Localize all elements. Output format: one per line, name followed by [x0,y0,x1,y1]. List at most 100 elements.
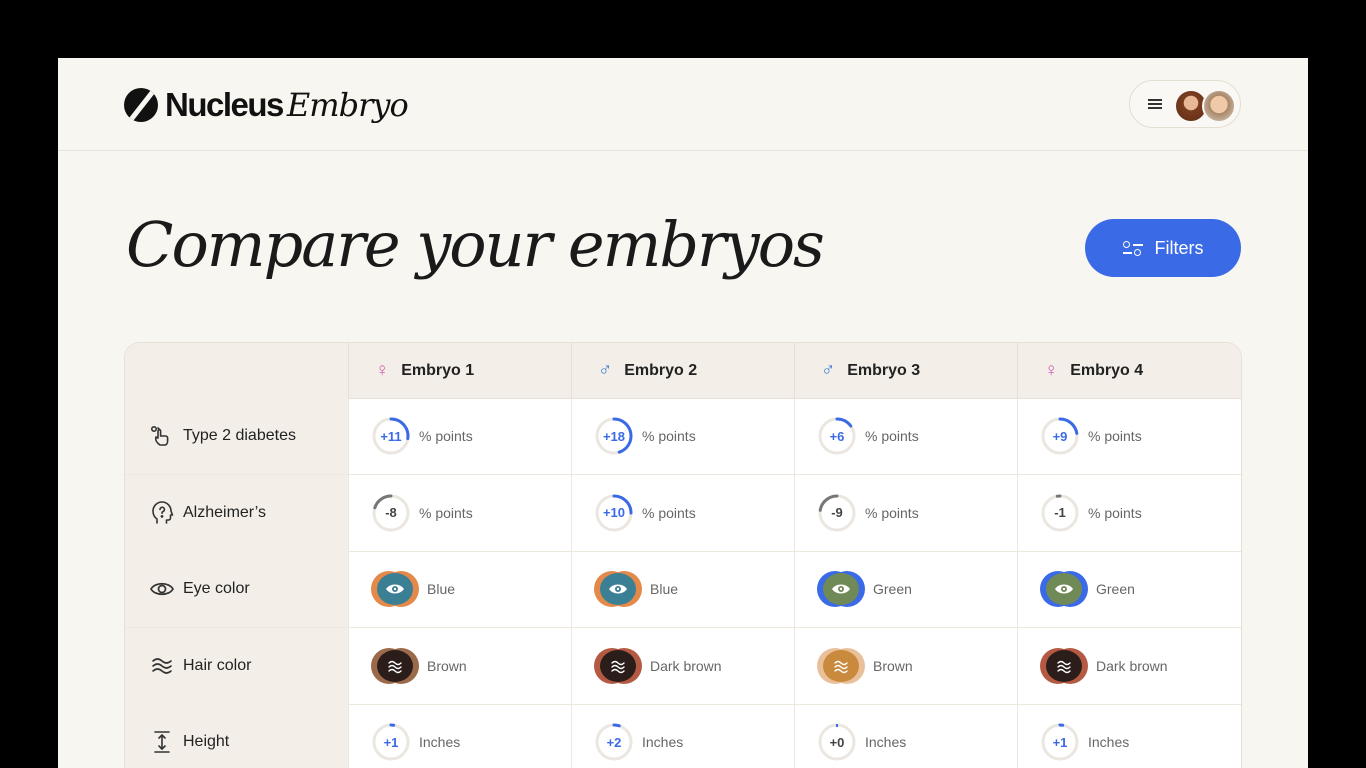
score-unit: % points [419,428,473,444]
row-header[interactable]: Alzheimer’s [125,474,348,551]
score-unit: % points [1088,504,1142,521]
top-bar: Nucleus Embryo [58,58,1308,151]
head-question-icon [149,500,175,526]
table-cell: Green [1017,551,1240,627]
row-label: Hair color [183,656,252,674]
eye-color-swatch [594,571,642,607]
score-unit: % points [865,504,919,521]
row-label: Type 2 diabetes [183,427,296,444]
app-frame: Nucleus Embryo Compare your embryos Filt… [58,58,1308,768]
score-gauge: +0 [817,722,857,762]
score-value: -9 [831,505,843,520]
eye-icon [1046,573,1082,605]
row-header[interactable]: Hair color [125,627,348,704]
score-gauge: +1 [371,722,411,762]
column-label: Embryo 1 [401,361,475,379]
score-gauge: +18 [594,416,634,456]
column-header-embryo-4[interactable]: ♀ Embryo 4 [1017,343,1241,398]
color-name: Green [873,581,912,597]
eye-color-swatch [371,571,419,607]
eye-icon [149,576,175,602]
hamburger-icon [1148,99,1162,109]
table-cell: +11 % points [348,398,571,474]
table-cell: +1 Inches [348,704,571,768]
female-symbol-icon: ♀ [375,359,390,381]
row-header[interactable]: Eye color [125,551,348,627]
male-symbol-icon: ♂ [598,359,613,381]
score-value: +1 [1052,734,1068,750]
filters-label: Filters [1154,237,1204,258]
column-header-embryo-2[interactable]: ♂ Embryo 2 [571,343,794,398]
table-row: Alzheimer’s -8 % points +10 % points -9 % poin… [125,474,1241,552]
score-value: -8 [385,505,397,520]
score-value: -1 [1054,505,1066,520]
embryo-comparison-table: ♀ Embryo 1 ♂ Embryo 2 ♂ Embryo 3 ♀ Embry… [124,342,1242,768]
brand-name: Nucleus [165,86,284,123]
table-cell: +9 % points [1017,398,1240,474]
table-cell: -1 % points [1017,474,1240,551]
score-gauge: +2 [594,722,634,762]
waves-icon [600,649,636,682]
nucleus-logo-icon [124,88,158,122]
score-value: +1 [383,734,399,750]
score-value: +10 [602,505,626,520]
column-header-embryo-3[interactable]: ♂ Embryo 3 [794,343,1017,398]
color-name: Dark brown [650,657,722,674]
hair-color-swatch [1040,647,1088,684]
row-label: Height [183,733,230,750]
hand-tap-icon [149,423,175,449]
score-unit: Inches [865,734,907,750]
color-name: Blue [650,581,679,597]
male-symbol-icon: ♂ [821,359,836,381]
score-gauge: +6 [817,416,857,456]
color-name: Brown [873,657,913,674]
color-name: Blue [427,581,456,597]
score-unit: % points [642,428,696,444]
waves-icon [823,649,859,682]
table-cell: +0 Inches [794,704,1017,768]
score-gauge: +11 [371,416,411,456]
row-header[interactable]: Height [125,704,348,768]
table-cell: +6 % points [794,398,1017,474]
account-menu-button[interactable] [1129,80,1241,128]
hair-color-swatch [817,647,865,684]
table-row: Eye color Blue Blue Green Green [125,551,1241,628]
row-label: Alzheimer’s [183,503,266,521]
eye-icon [823,573,859,605]
column-header-embryo-1[interactable]: ♀ Embryo 1 [348,343,571,398]
female-symbol-icon: ♀ [1044,359,1059,381]
avatar [1202,89,1236,123]
score-unit: Inches [419,734,461,750]
hair-color-swatch [371,647,419,684]
table-row: Type 2 diabetes +11 % points +18 % points +6%… [125,398,1241,475]
filters-button[interactable]: Filters [1085,219,1241,277]
table-cell: Green [794,551,1017,627]
nucleus-embryo-logo[interactable]: Nucleus Embryo [124,86,409,124]
score-value: +18 [602,428,626,444]
table-cell: +10 % points [571,474,794,551]
score-unit: % points [1088,428,1142,444]
score-unit: Inches [1088,734,1130,750]
page-title: Compare your embryos [126,208,825,281]
table-cell: Dark brown [1017,627,1240,704]
score-unit: % points [642,504,696,521]
eye-icon [600,573,636,605]
score-unit: % points [419,504,473,521]
table-cell: +2 Inches [571,704,794,768]
table-cell: Brown [348,627,571,704]
table-cell: Blue [348,551,571,627]
color-name: Dark brown [1096,657,1168,674]
table-cell: -9 % points [794,474,1017,551]
score-gauge: -9 [817,493,857,533]
row-header[interactable]: Type 2 diabetes [125,398,348,474]
waves-icon [149,653,175,679]
eye-color-swatch [1040,571,1088,607]
score-gauge: -8 [371,493,411,533]
height-arrows-icon [149,729,175,755]
sliders-icon [1122,240,1143,256]
eye-color-swatch [817,571,865,607]
table-row: Hair color Brown Dark brown Brown Dark brown [125,627,1241,705]
score-gauge: +9 [1040,416,1080,456]
score-unit: % points [865,428,919,444]
score-value: +0 [829,734,845,750]
